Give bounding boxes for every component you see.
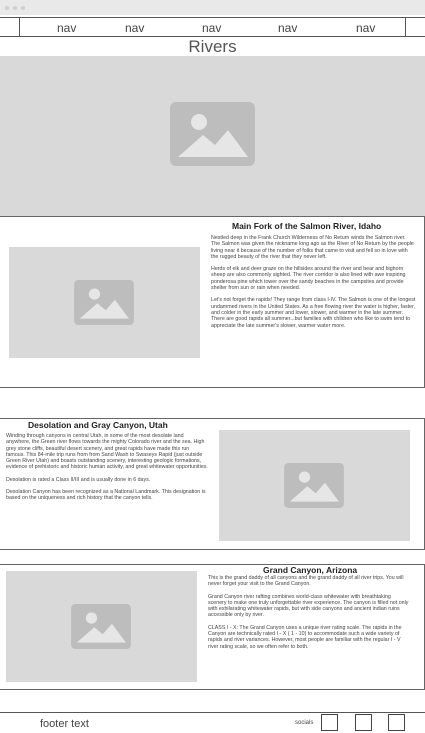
window-maximize-dot[interactable] xyxy=(21,6,25,10)
socials-label: socials xyxy=(295,720,314,726)
section-heading: Desolation and Gray Canyon, Utah xyxy=(28,420,168,430)
window-close-dot[interactable] xyxy=(5,6,9,10)
footer-text: footer text xyxy=(40,718,89,730)
nav-link-2[interactable]: nav xyxy=(125,21,144,35)
nav-divider xyxy=(405,18,406,36)
nav-link-5[interactable]: nav xyxy=(356,21,375,35)
section-heading: Main Fork of the Salmon River, Idaho xyxy=(232,221,382,231)
section-image xyxy=(9,247,200,358)
image-placeholder-icon xyxy=(170,102,255,166)
page-title: Rivers xyxy=(188,37,237,56)
section-image xyxy=(6,571,197,682)
section-paragraph: This is the grand daddy of all canyons a… xyxy=(208,575,404,588)
section-paragraph: Desolation is rated a Class II/III and i… xyxy=(6,476,151,483)
image-placeholder-icon xyxy=(74,280,134,325)
social-link-2[interactable] xyxy=(355,714,372,731)
section-paragraph: Let's not forget the rapids! They range … xyxy=(211,297,416,329)
nav-link-1[interactable]: nav xyxy=(57,21,76,35)
river-section-salmon: Main Fork of the Salmon River, Idaho Nes… xyxy=(0,216,425,388)
social-link-1[interactable] xyxy=(321,714,338,731)
window-minimize-dot[interactable] xyxy=(13,6,17,10)
section-paragraph: CLASS I - X: The Grand Canyon uses a uni… xyxy=(208,624,402,650)
section-paragraph: Herds of elk and deer graze on the hills… xyxy=(211,266,406,292)
section-paragraph: Grand Canyon river rafting combines worl… xyxy=(208,593,409,619)
hero-image xyxy=(0,56,425,216)
section-body: Winding through canyons in central Utah,… xyxy=(6,433,208,508)
section-heading: Grand Canyon, Arizona xyxy=(263,565,358,575)
nav-divider xyxy=(19,18,20,36)
nav-link-3[interactable]: nav xyxy=(202,21,221,35)
image-placeholder-icon xyxy=(71,604,131,649)
image-placeholder-icon xyxy=(284,463,344,508)
river-section-grand-canyon: Grand Canyon, Arizona This is the grand … xyxy=(0,564,425,690)
section-paragraph: Desolation Canyon has been recognized as… xyxy=(6,489,206,502)
footer: footer text socials xyxy=(0,712,425,733)
section-body: This is the grand daddy of all canyons a… xyxy=(208,575,410,656)
section-paragraph: Nestled deep in the Frank Church Wildern… xyxy=(211,235,414,260)
nav-link-4[interactable]: nav xyxy=(278,21,297,35)
section-image xyxy=(219,430,410,541)
window-titlebar xyxy=(0,0,425,15)
section-body: Nestled deep in the Frank Church Wildern… xyxy=(211,235,416,335)
river-section-desolation: Desolation and Gray Canyon, Utah Winding… xyxy=(0,418,425,550)
social-link-3[interactable] xyxy=(388,714,405,731)
nav-bar: nav nav nav nav nav xyxy=(0,17,425,37)
section-paragraph: Winding through canyons in central Utah,… xyxy=(6,433,208,471)
